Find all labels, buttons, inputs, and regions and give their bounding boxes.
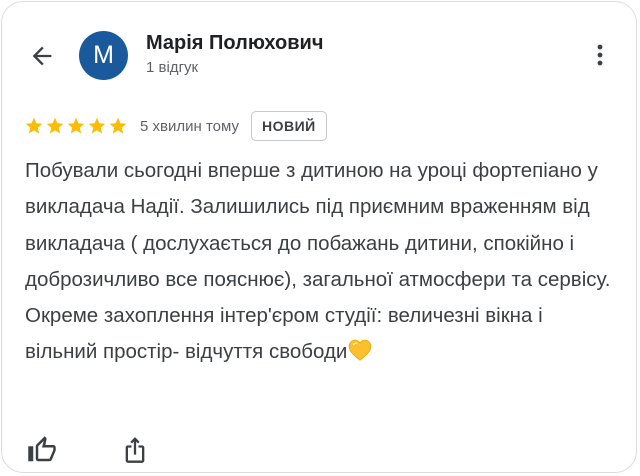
share-button[interactable] bbox=[119, 434, 151, 466]
review-body: Побували сьогодні вперше з дитиною на ур… bbox=[25, 159, 611, 364]
new-badge: НОВИЙ bbox=[250, 111, 327, 141]
author-name[interactable]: Марія Полюхович bbox=[146, 32, 323, 55]
arrow-back-icon bbox=[32, 46, 52, 66]
star-icon bbox=[88, 117, 106, 134]
share-icon bbox=[125, 437, 145, 463]
avatar[interactable]: M bbox=[79, 31, 128, 80]
review-card: M Марія Полюхович 1 відгук 5 хвилин тому… bbox=[1, 1, 637, 473]
more-options-button[interactable] bbox=[586, 39, 614, 71]
review-time: 5 хвилин тому bbox=[140, 117, 239, 135]
like-button[interactable] bbox=[26, 434, 58, 466]
star-icon bbox=[109, 117, 127, 134]
more-vert-icon bbox=[597, 44, 603, 66]
avatar-letter: M bbox=[93, 41, 114, 69]
review-count: 1 відгук bbox=[146, 59, 199, 76]
yellow-heart-emoji bbox=[349, 340, 372, 362]
back-button[interactable] bbox=[24, 38, 60, 74]
star-icon bbox=[46, 117, 64, 134]
star-rating bbox=[24, 116, 128, 136]
thumb-up-icon bbox=[28, 436, 56, 462]
star-icon bbox=[25, 117, 43, 134]
rating-row: 5 хвилин тому НОВИЙ bbox=[24, 110, 327, 142]
review-text: Побували сьогодні вперше з дитиною на ур… bbox=[25, 153, 617, 371]
star-icon bbox=[67, 117, 85, 134]
